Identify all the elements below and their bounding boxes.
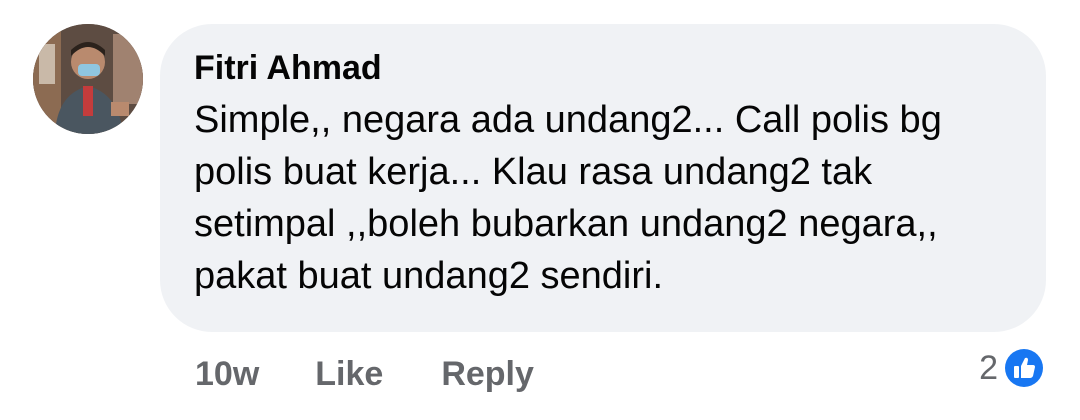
comment-timestamp[interactable]: 10w	[195, 352, 259, 396]
like-button[interactable]: Like	[315, 352, 383, 396]
avatar[interactable]	[33, 24, 143, 134]
like-thumb-icon	[1003, 347, 1045, 389]
avatar-photo	[33, 24, 143, 134]
comment-author[interactable]: Fitri Ahmad	[194, 48, 1016, 88]
reaction-count: 2	[979, 348, 998, 387]
comment-text: Simple,, negara ada undang2... Call poli…	[194, 99, 942, 297]
comment-bubble: Fitri Ahmad Simple,, negara ada undang2.…	[160, 24, 1046, 332]
reaction-summary[interactable]: 2	[979, 346, 1046, 390]
comment-actions: 10w Like Reply	[195, 352, 592, 396]
reply-button[interactable]: Reply	[441, 352, 534, 396]
comment: Fitri Ahmad Simple,, negara ada undang2.…	[0, 0, 1080, 420]
